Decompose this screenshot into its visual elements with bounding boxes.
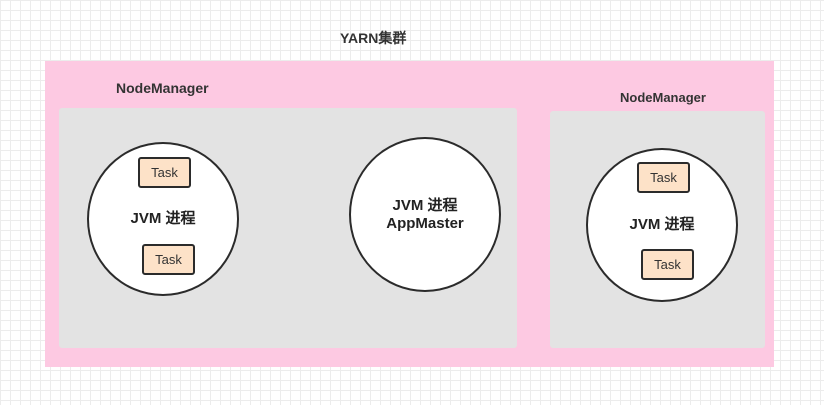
task-box: Task: [142, 244, 195, 275]
app-master-process: JVM 进程 AppMaster: [349, 137, 501, 292]
jvm-process-1-label: JVM 进程: [130, 210, 196, 227]
task-box: Task: [637, 162, 690, 193]
task-box: Task: [138, 157, 191, 188]
node-manager-1-label: NodeManager: [116, 80, 209, 96]
app-master-line-1: JVM 进程: [392, 196, 458, 214]
jvm-process-2-label: JVM 进程: [629, 216, 695, 233]
cluster-title: YARN集群: [340, 30, 407, 46]
node-manager-2-label: NodeManager: [620, 90, 706, 105]
task-box: Task: [641, 249, 694, 280]
app-master-line-2: AppMaster: [386, 214, 464, 232]
